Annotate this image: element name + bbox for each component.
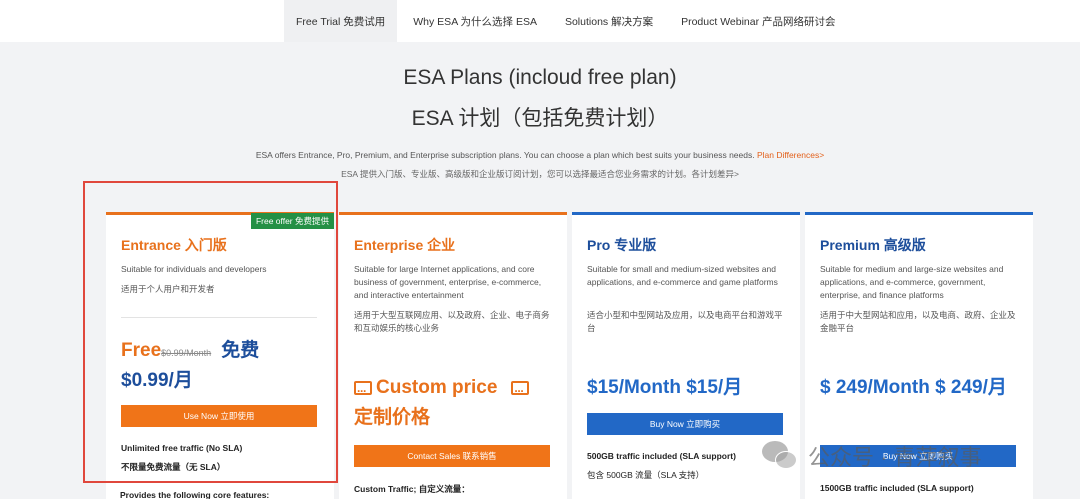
price-premium: $ 249/Month $ 249/月: [820, 377, 1007, 398]
nav-product-webinar[interactable]: Product Webinar 产品网络研讨会: [669, 0, 847, 42]
watermark-text: 公众号 · 青萍叙事: [808, 445, 982, 470]
feature-pro-1: 500GB traffic included (SLA support): [587, 451, 736, 461]
feature-entrance-1: Unlimited free traffic (No SLA): [121, 443, 243, 453]
use-now-button[interactable]: Use Now 立即使用: [121, 405, 317, 427]
price-free-zh: 免费: [221, 340, 260, 361]
contact-sales-button[interactable]: Contact Sales 联系销售: [354, 445, 550, 467]
chat-icon: [511, 376, 530, 406]
free-offer-badge: Free offer 免费提供: [250, 213, 334, 229]
buy-now-button-pro[interactable]: Buy Now 立即购买: [587, 413, 783, 435]
price-original-strike: $0.99/Month: [161, 348, 212, 358]
page-description: ESA offers Entrance, Pro, Premium, and E…: [0, 150, 1080, 160]
price-pro: $15/Month $15/月: [587, 377, 743, 398]
plan-desc-pro: Suitable for small and medium-sized webs…: [587, 264, 778, 287]
page-title: ESA Plans (incloud free plan): [403, 66, 677, 89]
page-title-zh: ESA 计划（包括免费计划）: [411, 107, 669, 130]
page-description-text: ESA offers Entrance, Pro, Premium, and E…: [255, 150, 755, 160]
plan-title-premium: Premium 高级版: [820, 237, 926, 253]
chat-icon: [354, 376, 372, 406]
plan-title-pro: Pro 专业版: [587, 237, 657, 253]
nav-solutions[interactable]: Solutions 解决方案: [553, 0, 665, 42]
price-entrance-zh: $0.99/月: [121, 370, 193, 391]
plan-desc-enterprise: Suitable for large Internet applications…: [354, 264, 542, 300]
price-custom-text: Custom price: [376, 377, 498, 398]
nav-free-trial[interactable]: Free Trial 免费试用: [284, 0, 398, 42]
wechat-icon: [762, 441, 798, 471]
feature-pro-2: 包含 500GB 流量（SLA 支持）: [587, 470, 705, 480]
plan-desc-zh-pro: 适合小型和中型网站及应用，以及电商平台和游戏平台: [587, 310, 783, 333]
plan-differences-link[interactable]: Plan Differences>: [757, 150, 824, 160]
plan-desc-zh-entrance: 适用于个人用户和开发者: [121, 284, 215, 294]
plan-desc-zh-enterprise: 适用于大型互联网应用、以及政府、企业、电子商务和互动娱乐的核心业务: [354, 310, 550, 333]
watermark: 公众号 · 青萍叙事: [762, 440, 982, 472]
plan-desc-entrance: Suitable for individuals and developers: [121, 264, 267, 274]
plan-title-entrance: Entrance 入门版: [121, 237, 227, 253]
feature-enterprise-1: Custom Traffic; 自定义流量：: [354, 484, 470, 494]
feature-premium-1: 1500GB traffic included (SLA support): [820, 483, 974, 493]
divider: [121, 317, 317, 318]
page-description-zh: ESA 提供入门版、专业版、高级版和企业版订阅计划，您可以选择最适合您业务需求的…: [341, 169, 739, 179]
plan-desc-zh-premium: 适用于中大型网站和应用，以及电商、政府、企业及金融平台: [820, 310, 1016, 333]
feature-entrance-2: 不限量免费流量（无 SLA）: [121, 462, 226, 472]
core-features-heading: Provides the following core features:: [120, 490, 270, 499]
plan-title-enterprise: Enterprise 企业: [354, 237, 456, 253]
price-free: Free: [121, 340, 162, 361]
price-enterprise: Custom price 定制价格: [354, 373, 559, 433]
price-entrance: Free$0.99/Month 免费: [121, 335, 259, 362]
plan-card-entrance: Free offer 免费提供 Entrance 入门版 Suitable fo…: [106, 212, 334, 499]
plan-card-enterprise: Enterprise 企业 Suitable for large Interne…: [339, 212, 567, 499]
price-custom-zh: 定制价格: [354, 407, 431, 428]
nav-why-esa[interactable]: Why ESA 为什么选择 ESA: [401, 0, 549, 42]
top-nav: Free Trial 免费试用 Why ESA 为什么选择 ESA Soluti…: [0, 0, 1080, 42]
plan-desc-premium: Suitable for medium and large-size websi…: [820, 264, 1004, 300]
